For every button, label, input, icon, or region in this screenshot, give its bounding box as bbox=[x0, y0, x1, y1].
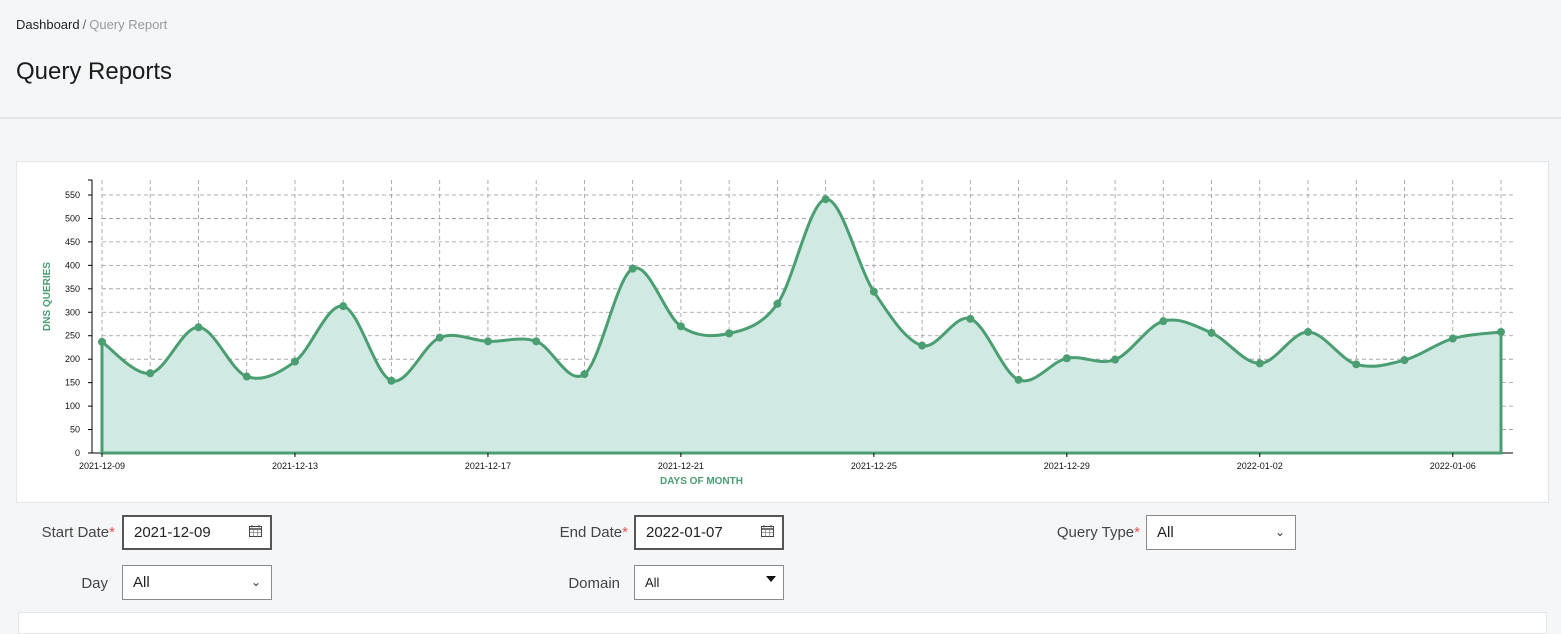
data-point-2021-12-15 bbox=[387, 376, 396, 385]
x-tick-label: 2021-12-21 bbox=[658, 461, 704, 471]
y-tick-label: 550 bbox=[65, 190, 80, 200]
caret-down-icon bbox=[766, 576, 776, 582]
data-point-2021-12-19 bbox=[580, 370, 589, 379]
start-date-label: Start Date* bbox=[41, 524, 115, 541]
data-point-2022-01-02 bbox=[1255, 359, 1264, 368]
y-axis-title: DNS QUERIES bbox=[42, 262, 53, 331]
y-tick-label: 250 bbox=[65, 331, 80, 341]
page-title: Query Reports bbox=[16, 58, 173, 85]
data-point-2021-12-11 bbox=[194, 323, 203, 332]
data-point-2021-12-18 bbox=[532, 337, 541, 346]
data-point-2021-12-21 bbox=[676, 322, 685, 331]
chevron-down-icon: ⌄ bbox=[1274, 525, 1285, 539]
data-point-2021-12-29 bbox=[1062, 354, 1071, 363]
query-type-value: All bbox=[1157, 524, 1174, 541]
calendar-icon[interactable] bbox=[761, 525, 774, 537]
y-tick-label: 350 bbox=[65, 284, 80, 294]
y-tick-label: 400 bbox=[65, 260, 80, 270]
y-tick-label: 150 bbox=[65, 378, 80, 388]
data-point-2021-12-09 bbox=[98, 337, 106, 346]
data-point-2022-01-07 bbox=[1497, 327, 1505, 336]
breadcrumb-dashboard-link[interactable]: Dashboard bbox=[16, 17, 80, 32]
x-tick-label: 2021-12-09 bbox=[79, 461, 125, 471]
y-tick-label: 50 bbox=[70, 425, 80, 435]
data-point-2022-01-04 bbox=[1352, 360, 1361, 369]
data-point-2021-12-24 bbox=[821, 195, 830, 204]
x-tick-label: 2021-12-29 bbox=[1044, 461, 1090, 471]
data-point-2021-12-23 bbox=[773, 299, 782, 308]
data-point-2021-12-22 bbox=[725, 329, 734, 338]
day-select[interactable]: All ⌄ bbox=[122, 565, 272, 600]
day-label: Day bbox=[81, 575, 108, 592]
query-type-label: Query Type* bbox=[1056, 524, 1140, 541]
day-value: All bbox=[133, 574, 150, 591]
start-date-value: 2021-12-09 bbox=[134, 524, 211, 541]
page-header: Dashboard / Query Report Query Reports bbox=[0, 0, 1561, 119]
data-point-2021-12-12 bbox=[242, 372, 251, 381]
data-point-2021-12-13 bbox=[290, 357, 299, 366]
breadcrumb-current: Query Report bbox=[89, 17, 168, 32]
x-tick-label: 2022-01-06 bbox=[1430, 461, 1476, 471]
data-point-2021-12-10 bbox=[146, 369, 155, 378]
data-point-2022-01-03 bbox=[1304, 327, 1313, 336]
chevron-down-icon: ⌄ bbox=[250, 575, 261, 589]
y-tick-label: 500 bbox=[65, 213, 80, 223]
breadcrumb-separator: / bbox=[82, 17, 87, 32]
y-tick-label: 300 bbox=[65, 307, 80, 317]
calendar-icon[interactable] bbox=[249, 525, 262, 537]
data-point-2021-12-16 bbox=[435, 333, 444, 342]
area-fill bbox=[102, 199, 1501, 453]
y-tick-label: 200 bbox=[65, 354, 80, 364]
end-date-label: End Date* bbox=[559, 524, 628, 541]
x-axis-title: DAYS OF MONTH bbox=[660, 476, 743, 487]
y-tick-label: 100 bbox=[65, 401, 80, 411]
y-tick-label: 450 bbox=[65, 237, 80, 247]
data-point-2021-12-31 bbox=[1159, 317, 1168, 326]
data-point-2021-12-17 bbox=[483, 337, 492, 346]
domain-label: Domain bbox=[568, 575, 620, 592]
x-tick-label: 2021-12-13 bbox=[272, 461, 318, 471]
query-type-select[interactable]: All ⌄ bbox=[1146, 515, 1296, 550]
data-point-2022-01-05 bbox=[1400, 356, 1409, 365]
end-date-input[interactable]: 2022-01-07 bbox=[634, 515, 784, 550]
start-date-input[interactable]: 2021-12-09 bbox=[122, 515, 272, 550]
chart-panel: 0 50 100 150 200 250 300 350 400 450 500 550 2021-12… bbox=[16, 161, 1549, 503]
domain-select[interactable]: All bbox=[634, 565, 784, 600]
x-tick-label: 2021-12-17 bbox=[465, 461, 511, 471]
domain-value: All bbox=[645, 575, 660, 590]
end-date-value: 2022-01-07 bbox=[646, 524, 723, 541]
dns-queries-chart: 0 50 100 150 200 250 300 350 400 450 500 550 2021-12… bbox=[42, 179, 1513, 487]
x-tick-label: 2022-01-02 bbox=[1237, 461, 1283, 471]
data-point-2022-01-01 bbox=[1207, 328, 1216, 337]
data-point-2021-12-14 bbox=[339, 302, 348, 311]
data-point-2021-12-25 bbox=[869, 287, 878, 296]
breadcrumb: Dashboard / Query Report bbox=[16, 17, 167, 32]
data-point-2021-12-28 bbox=[1014, 375, 1023, 384]
x-tick-label: 2021-12-25 bbox=[851, 461, 897, 471]
data-point-2021-12-30 bbox=[1111, 355, 1120, 364]
data-point-2021-12-27 bbox=[966, 314, 975, 323]
data-point-2021-12-26 bbox=[918, 341, 927, 350]
data-point-2022-01-06 bbox=[1448, 334, 1457, 343]
data-point-2021-12-20 bbox=[628, 264, 637, 273]
results-panel bbox=[18, 612, 1547, 634]
y-tick-label: 0 bbox=[75, 448, 80, 458]
